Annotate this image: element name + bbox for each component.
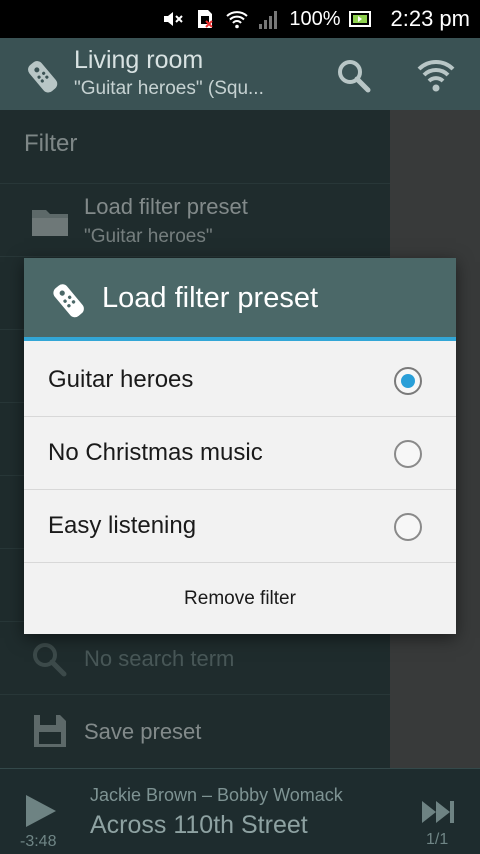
now-playing-bar[interactable]: -3:48 Jackie Brown – Bobby Womack Across… [0,768,480,854]
action-bar: Living room "Guitar heroes" (Squ... [0,38,480,110]
sim-error-icon [198,10,214,28]
status-bar: 100% 2:23 pm [0,0,480,38]
battery-percent: 100% [289,7,341,30]
preset-option-label: Guitar heroes [48,366,194,393]
clock: 2:23 pm [390,6,471,31]
zone-subtitle: "Guitar heroes" (Squ... [74,78,264,99]
track-title: Across 110th Street [90,811,308,839]
remote-icon[interactable] [22,58,62,94]
status-icons: 100% 2:23 pm [161,0,470,38]
preset-option-easy-listening[interactable]: Easy listening [24,490,456,563]
next-track-icon[interactable] [420,799,456,825]
signal-icon [259,11,278,29]
preset-option-guitar-heroes[interactable]: Guitar heroes [24,344,456,417]
elapsed-time: -3:48 [20,833,57,850]
preset-option-no-christmas-music[interactable]: No Christmas music [24,417,456,490]
preset-option-label: No Christmas music [48,439,263,466]
dialog-title: Load filter preset [102,282,319,314]
radio-button[interactable] [394,440,422,468]
wifi-icon [226,11,249,29]
radio-button[interactable] [394,513,422,541]
load-filter-preset-dialog: Load filter preset Guitar heroes No Chri… [24,258,456,634]
preset-option-label: Easy listening [48,512,197,539]
play-icon[interactable] [24,793,58,829]
search-icon[interactable] [336,58,372,94]
mute-icon [164,12,184,26]
battery-icon [348,11,371,27]
remove-filter-button[interactable]: Remove filter [24,563,456,634]
radio-button[interactable] [394,367,422,395]
remote-icon [53,284,84,318]
zone-title[interactable]: Living room [74,46,203,75]
wifi-icon[interactable] [416,56,456,94]
dialog-header: Load filter preset [24,258,456,341]
track-artist: Jackie Brown – Bobby Womack [90,785,343,805]
queue-position: 1/1 [426,831,449,848]
